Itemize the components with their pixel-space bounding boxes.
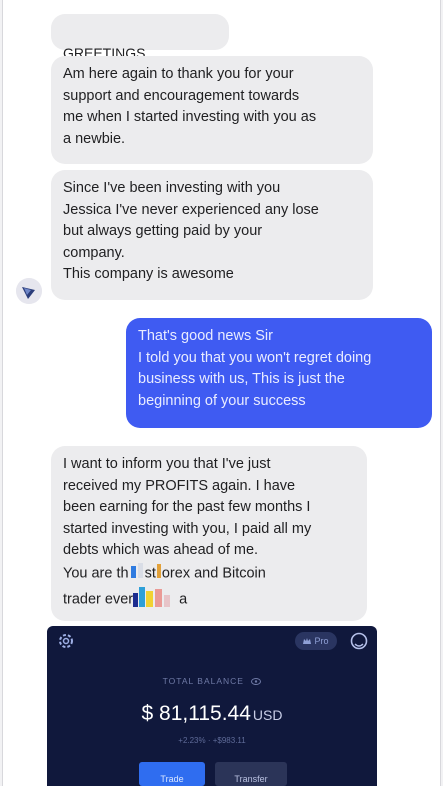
crown-icon: [303, 638, 312, 644]
profit-text-end-b: a: [179, 591, 188, 608]
message-greeting: GREETINGS: [51, 14, 229, 105]
message-investing: Since I've been investing with you Jessi…: [51, 170, 373, 300]
message-reply: That's good news Sir I told you that you…: [126, 318, 432, 428]
profit-text-end-a: trader ever: [63, 591, 134, 608]
eye-icon: [251, 677, 262, 687]
total-balance-label: TOTAL BALANCE: [47, 676, 377, 687]
gear-icon: [57, 632, 75, 650]
chat-screen: GREETINGS Am here again to thank you for…: [2, 0, 441, 786]
message-thanks: Am here again to thank you for your supp…: [51, 56, 373, 164]
transfer-button: Transfer: [215, 762, 287, 786]
pro-badge: Pro: [295, 632, 337, 650]
support-icon: [349, 631, 369, 651]
balance-change: +2.23% · +$983.11: [178, 736, 246, 745]
message-profits: I want to inform you that I've just rece…: [51, 446, 367, 621]
balance-screenshot: Pro TOTAL BALANCE $ 81,115.44 USD +2.23% …: [47, 626, 377, 786]
profit-text: I want to inform you that I've just rece…: [63, 456, 312, 582]
profit-text-mid2: orex and Bitcoin: [161, 565, 266, 582]
profit-text-mid: st: [144, 565, 156, 582]
censor-blocks-icon: [133, 585, 179, 615]
censor-bars-icon: [129, 562, 145, 586]
balance-value: $ 81,115.44 USD: [141, 702, 283, 725]
avatar[interactable]: [16, 278, 42, 304]
trade-button: Trade: [139, 762, 205, 786]
